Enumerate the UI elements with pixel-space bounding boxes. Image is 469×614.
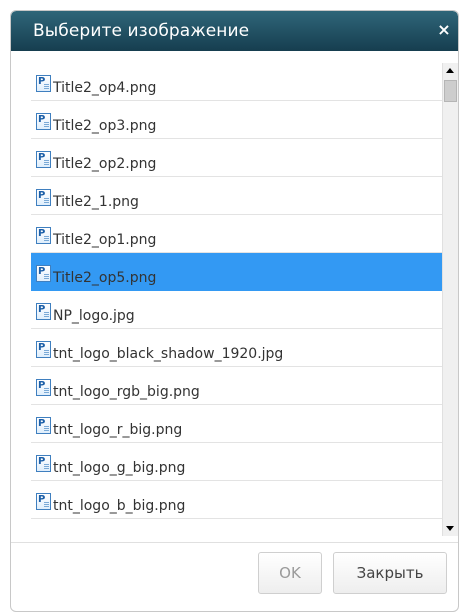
select-image-dialog: Выберите изображение × P Title2_op4.png … (10, 10, 459, 612)
scroll-down-button[interactable] (443, 520, 458, 536)
scroll-up-button[interactable] (443, 63, 458, 79)
file-name: tnt_logo_r_big.png (53, 422, 183, 438)
image-file-icon: P (36, 151, 51, 168)
image-file-icon: P (36, 227, 51, 244)
image-file-icon: P (36, 113, 51, 130)
image-file-icon: P (36, 303, 51, 320)
file-list-item[interactable]: P Title2_1.png (31, 177, 442, 215)
file-list-item[interactable]: P tnt_logo_r_big.png (31, 405, 442, 443)
ok-button[interactable]: OK (258, 552, 322, 594)
image-file-icon: P (36, 379, 51, 396)
file-list-item-selected[interactable]: P Title2_op5.png (31, 253, 442, 291)
file-name: Title2_1.png (53, 194, 139, 210)
file-list-item[interactable]: P Title2_op2.png (31, 139, 442, 177)
arrow-up-icon (446, 68, 454, 73)
file-list-item[interactable]: P Title2_op3.png (31, 101, 442, 139)
file-name: tnt_logo_g_big.png (53, 460, 186, 476)
file-name: tnt_logo_b_big.png (53, 498, 186, 514)
close-button[interactable]: Закрыть (333, 552, 447, 594)
footer-divider (11, 542, 458, 543)
image-file-icon: P (36, 341, 51, 358)
file-name: tnt_logo_rgb_big.png (53, 384, 200, 400)
file-list: P Title2_op4.png P Title2_op3.png P Titl… (31, 63, 442, 519)
file-name: tnt_logo_black_shadow_1920.jpg (53, 346, 284, 362)
file-name: NP_logo.jpg (53, 308, 135, 324)
file-list-item[interactable]: P tnt_logo_rgb_big.png (31, 367, 442, 405)
file-list-item[interactable]: P Title2_op4.png (31, 63, 442, 101)
image-file-icon: P (36, 417, 51, 434)
image-file-icon: P (36, 455, 51, 472)
arrow-down-icon (446, 526, 454, 531)
dialog-title: Выберите изображение (33, 21, 250, 41)
file-name: Title2_op4.png (53, 80, 157, 96)
file-name: Title2_op1.png (53, 232, 157, 248)
vertical-scrollbar[interactable] (442, 63, 458, 536)
scrollbar-thumb[interactable] (444, 80, 457, 102)
file-list-item[interactable]: P tnt_logo_black_shadow_1920.jpg (31, 329, 442, 367)
image-file-icon: P (36, 75, 51, 92)
file-list-item[interactable]: P tnt_logo_b_big.png (31, 481, 442, 519)
file-list-item[interactable]: P tnt_logo_g_big.png (31, 443, 442, 481)
file-list-item[interactable]: P NP_logo.jpg (31, 291, 442, 329)
file-name: Title2_op5.png (53, 270, 157, 286)
file-list-item[interactable]: P Title2_op1.png (31, 215, 442, 253)
file-name: Title2_op2.png (53, 156, 157, 172)
image-file-icon: P (36, 265, 51, 282)
file-name: Title2_op3.png (53, 118, 157, 134)
close-icon[interactable]: × (436, 20, 452, 40)
image-file-icon: P (36, 189, 51, 206)
image-file-icon: P (36, 493, 51, 510)
file-listbox[interactable]: P Title2_op4.png P Title2_op3.png P Titl… (31, 63, 458, 536)
dialog-titlebar: Выберите изображение × (11, 11, 458, 51)
